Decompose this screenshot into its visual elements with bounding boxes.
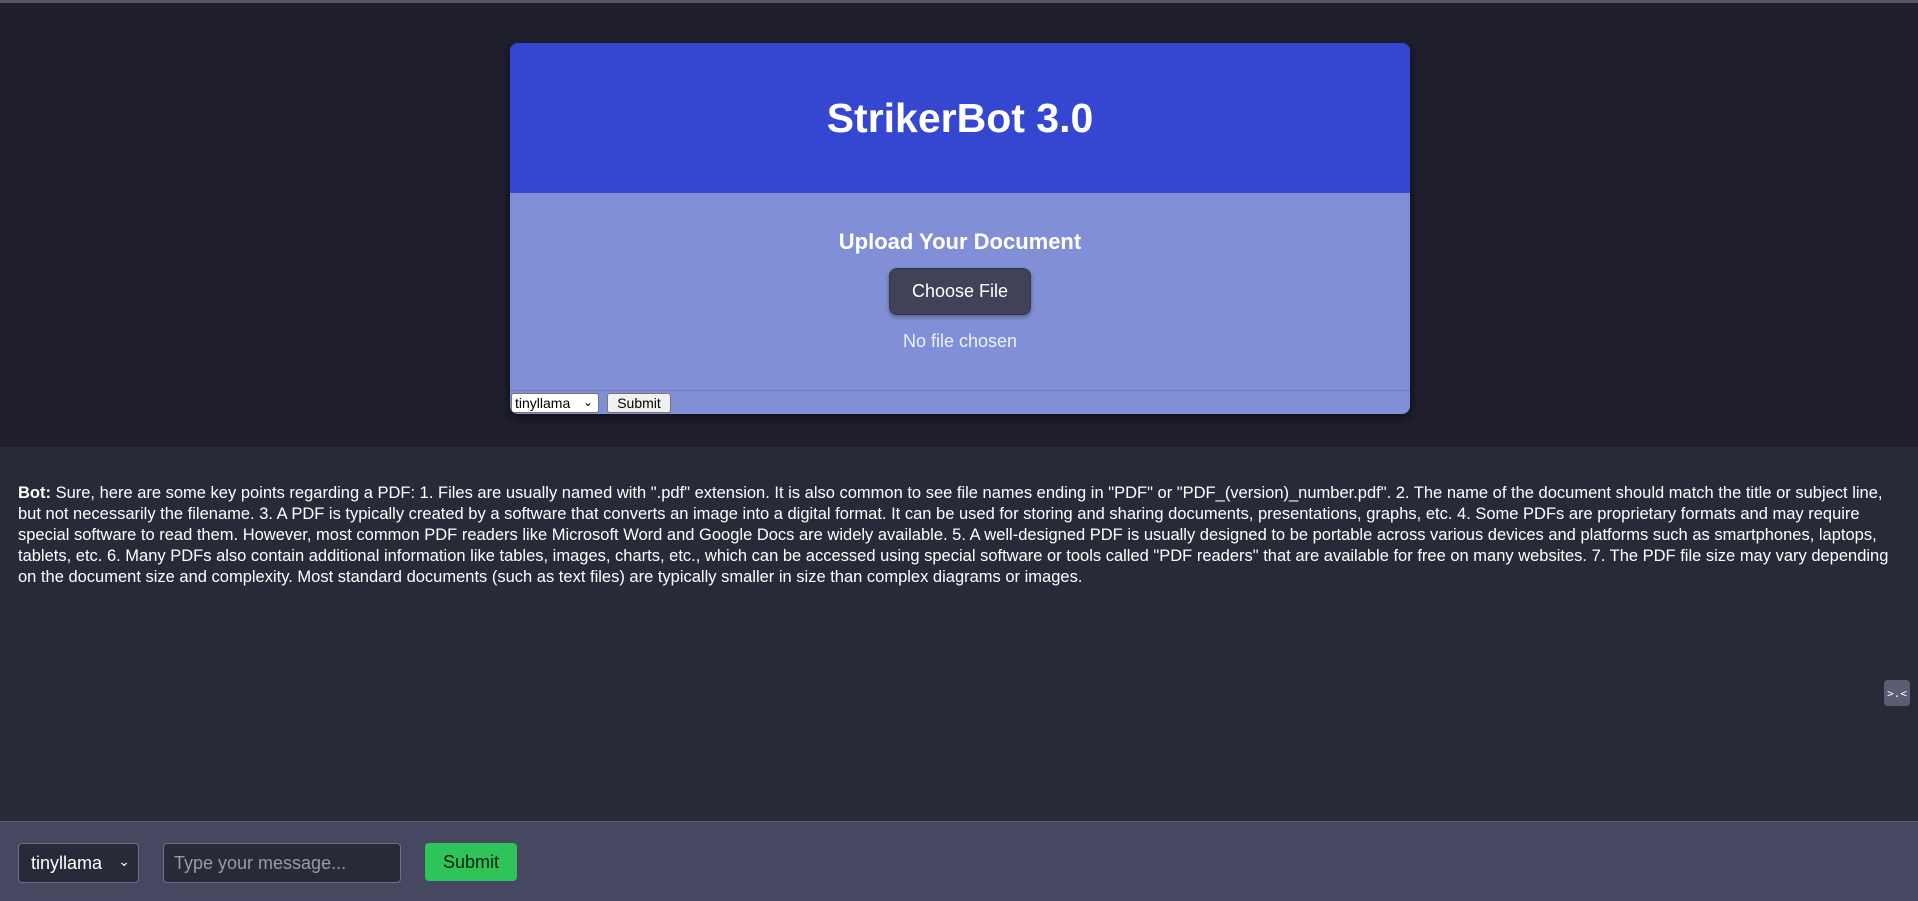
upload-model-select[interactable]: tinyllama ⌄ [511,393,599,413]
chevron-down-icon: ⌄ [582,395,593,409]
bot-sender-label: Bot: [18,484,51,502]
card-header: StrikerBot 3.0 [510,43,1410,193]
message-composer: tinyllama ⌄ Submit [0,821,1918,901]
divider [510,390,1410,391]
send-button[interactable]: Submit [425,843,517,881]
upload-section: StrikerBot 3.0 Upload Your Document Choo… [0,3,1918,447]
upload-model-value: tinyllama [515,395,571,411]
model-select-value: tinyllama [31,852,103,873]
bot-message: Bot: Sure, here are some key points rega… [18,483,1903,588]
chat-log: Bot: Sure, here are some key points rega… [0,447,1918,821]
model-select[interactable]: tinyllama ⌄ [18,843,139,883]
extension-widget-icon[interactable]: >.< [1884,680,1910,706]
choose-file-button[interactable]: Choose File [889,268,1031,315]
app-title: StrikerBot 3.0 [826,94,1094,141]
upload-card: StrikerBot 3.0 Upload Your Document Choo… [510,43,1410,414]
chevron-down-icon: ⌄ [118,853,130,869]
message-input[interactable] [163,843,401,883]
upload-heading: Upload Your Document [838,229,1082,254]
upload-submit-button[interactable]: Submit [607,393,671,413]
file-status-text: No file chosen [902,331,1018,351]
bot-message-text: Sure, here are some key points regarding… [18,484,1889,586]
